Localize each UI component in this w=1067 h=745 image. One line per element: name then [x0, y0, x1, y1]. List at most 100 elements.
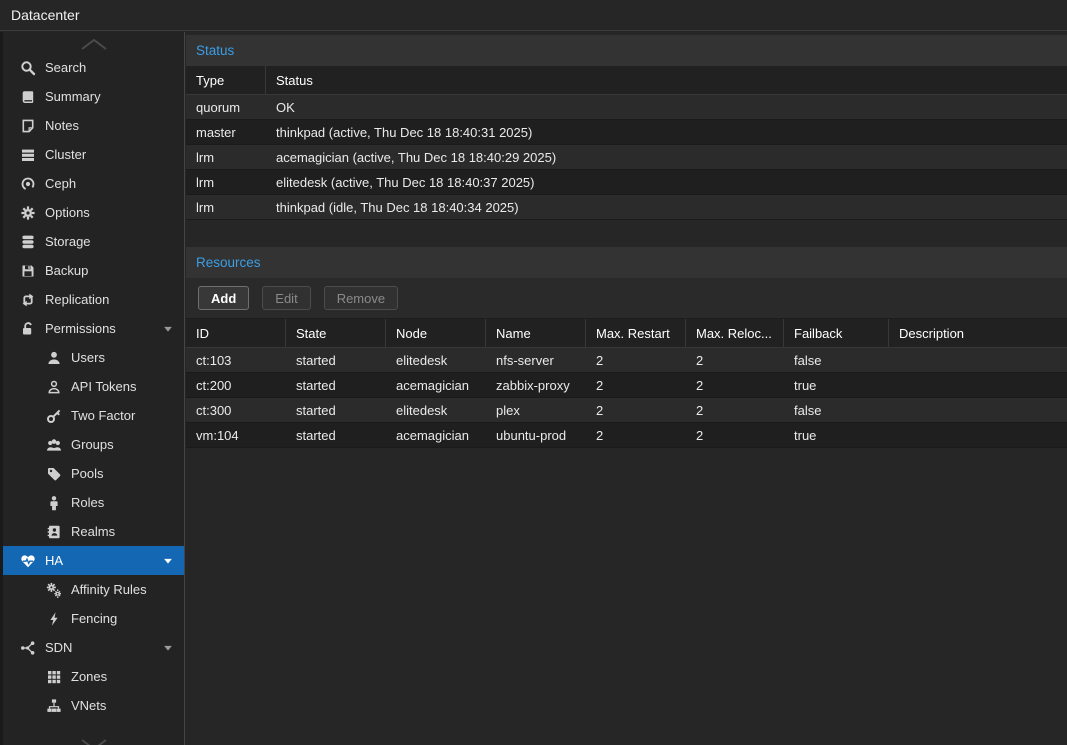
- sidebar-item-label: Permissions: [45, 321, 116, 336]
- resources-toolbar: Add Edit Remove: [186, 278, 1067, 319]
- sidebar-item-summary[interactable]: Summary: [3, 82, 184, 111]
- status-row[interactable]: lrmelitedesk (active, Thu Dec 18 18:40:3…: [186, 170, 1067, 195]
- sidebar-item-permissions[interactable]: Permissions: [3, 314, 184, 343]
- gears-icon: [45, 581, 62, 598]
- status-row[interactable]: lrmthinkpad (idle, Thu Dec 18 18:40:34 2…: [186, 195, 1067, 220]
- user-icon: [45, 349, 62, 366]
- bolt-icon: [45, 610, 62, 627]
- table-cell: 2: [586, 428, 686, 443]
- table-cell: ct:103: [186, 353, 286, 368]
- database-icon: [19, 233, 36, 250]
- table-cell: thinkpad (active, Thu Dec 18 18:40:31 20…: [266, 125, 1067, 140]
- table-cell: ubuntu-prod: [486, 428, 586, 443]
- resources-panel-title-label: Resources: [196, 255, 261, 270]
- table-cell: master: [186, 125, 266, 140]
- unlock-icon: [19, 320, 36, 337]
- table-cell: acemagician (active, Thu Dec 18 18:40:29…: [266, 150, 1067, 165]
- sidebar-item-zones[interactable]: Zones: [3, 662, 184, 691]
- status-row[interactable]: lrmacemagician (active, Thu Dec 18 18:40…: [186, 145, 1067, 170]
- table-cell: false: [784, 403, 889, 418]
- sidebar-item-sdn[interactable]: SDN: [3, 633, 184, 662]
- table-cell: lrm: [186, 200, 266, 215]
- resources-table-header: IDStateNodeNameMax. RestartMax. Reloc...…: [186, 319, 1067, 348]
- sidebar-item-users[interactable]: Users: [3, 343, 184, 372]
- caret-down-icon: [162, 642, 174, 654]
- column-header-description[interactable]: Description: [889, 319, 1067, 347]
- sidebar-item-pools[interactable]: Pools: [3, 459, 184, 488]
- status-row[interactable]: masterthinkpad (active, Thu Dec 18 18:40…: [186, 120, 1067, 145]
- resource-row[interactable]: ct:300startedelitedeskplex22false: [186, 398, 1067, 423]
- book-icon: [19, 88, 36, 105]
- column-header-max-restart[interactable]: Max. Restart: [586, 319, 686, 347]
- sidebar-item-label: Affinity Rules: [71, 582, 147, 597]
- sidebar: Search SummaryNotes Cluster Ceph Options Stor…: [0, 32, 185, 745]
- remove-button[interactable]: Remove: [324, 286, 398, 310]
- table-cell: 2: [586, 378, 686, 393]
- sidebar-item-label: Cluster: [45, 147, 86, 162]
- table-cell: vm:104: [186, 428, 286, 443]
- table-cell: started: [286, 378, 386, 393]
- resource-row[interactable]: vm:104startedacemagicianubuntu-prod22tru…: [186, 423, 1067, 448]
- column-header-node[interactable]: Node: [386, 319, 486, 347]
- grid-icon: [45, 668, 62, 685]
- caret-down-icon: [162, 555, 174, 567]
- sidebar-item-roles[interactable]: Roles: [3, 488, 184, 517]
- sidebar-item-api-tokens[interactable]: API Tokens: [3, 372, 184, 401]
- column-header-name[interactable]: Name: [486, 319, 586, 347]
- sidebar-item-backup[interactable]: Backup: [3, 256, 184, 285]
- floppy-icon: [19, 262, 36, 279]
- sidebar-item-cluster[interactable]: Cluster: [3, 140, 184, 169]
- status-row[interactable]: quorumOK: [186, 95, 1067, 120]
- sidebar-item-groups[interactable]: Groups: [3, 430, 184, 459]
- sidebar-item-notes[interactable]: Notes: [3, 111, 184, 140]
- sidebar-item-label: Search: [45, 60, 86, 75]
- sidebar-item-realms[interactable]: Realms: [3, 517, 184, 546]
- sidebar-item-label: VNets: [71, 698, 106, 713]
- sidebar-item-options[interactable]: Options: [3, 198, 184, 227]
- scroll-down-icon[interactable]: [3, 738, 184, 745]
- add-button[interactable]: Add: [198, 286, 249, 310]
- resource-row[interactable]: ct:103startedelitedesknfs-server22false: [186, 348, 1067, 373]
- table-cell: 2: [686, 428, 784, 443]
- table-cell: OK: [266, 100, 1067, 115]
- scroll-up-icon[interactable]: [3, 37, 184, 51]
- edit-button[interactable]: Edit: [262, 286, 310, 310]
- table-cell: ct:300: [186, 403, 286, 418]
- column-header-failback[interactable]: Failback: [784, 319, 889, 347]
- status-panel-title-label: Status: [196, 43, 234, 58]
- users-icon: [45, 436, 62, 453]
- sidebar-item-label: Roles: [71, 495, 104, 510]
- sidebar-item-storage[interactable]: Storage: [3, 227, 184, 256]
- resource-row[interactable]: ct:200startedacemagicianzabbix-proxy22tr…: [186, 373, 1067, 398]
- gear-icon: [19, 204, 36, 221]
- sidebar-item-label: Two Factor: [71, 408, 135, 423]
- sidebar-item-label: Ceph: [45, 176, 76, 191]
- sidebar-item-label: Storage: [45, 234, 91, 249]
- table-cell: ct:200: [186, 378, 286, 393]
- status-table-header: TypeStatus: [186, 66, 1067, 95]
- table-cell: quorum: [186, 100, 266, 115]
- table-cell: elitedesk: [386, 403, 486, 418]
- column-header-id[interactable]: ID: [186, 319, 286, 347]
- sidebar-item-label: Groups: [71, 437, 114, 452]
- status-table-body: quorumOKmasterthinkpad (active, Thu Dec …: [186, 95, 1067, 220]
- sidebar-item-affinity-rules[interactable]: Affinity Rules: [3, 575, 184, 604]
- content-area: Status TypeStatus quorumOKmasterthinkpad…: [186, 32, 1067, 745]
- sidebar-item-replication[interactable]: Replication: [3, 285, 184, 314]
- table-cell: started: [286, 428, 386, 443]
- column-header-max-reloc[interactable]: Max. Reloc...: [686, 319, 784, 347]
- column-header-type[interactable]: Type: [186, 66, 266, 94]
- table-cell: thinkpad (idle, Thu Dec 18 18:40:34 2025…: [266, 200, 1067, 215]
- column-header-state[interactable]: State: [286, 319, 386, 347]
- column-header-status[interactable]: Status: [266, 66, 1067, 94]
- sidebar-item-vnets[interactable]: VNets: [3, 691, 184, 720]
- sidebar-item-two-factor[interactable]: Two Factor: [3, 401, 184, 430]
- sidebar-item-ceph[interactable]: Ceph: [3, 169, 184, 198]
- note-icon: [19, 117, 36, 134]
- sidebar-item-fencing[interactable]: Fencing: [3, 604, 184, 633]
- retweet-icon: [19, 291, 36, 308]
- datacenter-title: Datacenter: [11, 7, 79, 23]
- sidebar-item-search[interactable]: Search: [3, 53, 184, 82]
- sidebar-item-ha[interactable]: HA: [3, 546, 184, 575]
- top-bar: Datacenter: [0, 0, 1067, 31]
